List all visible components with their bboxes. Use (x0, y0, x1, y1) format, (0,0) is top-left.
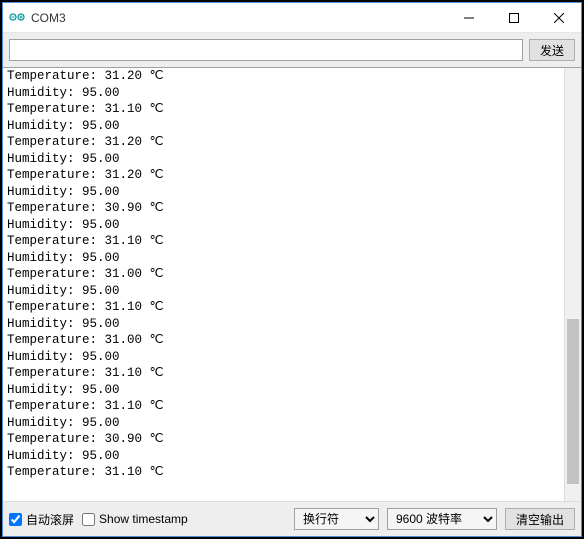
send-toolbar: 发送 (3, 33, 581, 67)
console-area: Temperature: 31.20 ℃ Humidity: 95.00 Tem… (3, 67, 581, 502)
window-title: COM3 (31, 11, 446, 25)
autoscroll-label: 自动滚屏 (26, 511, 74, 528)
titlebar: COM3 (3, 3, 581, 33)
minimize-button[interactable] (446, 3, 491, 32)
serial-monitor-window: COM3 发送 Temperature: 31.20 ℃ Humidity: 9… (2, 2, 582, 537)
serial-output[interactable]: Temperature: 31.20 ℃ Humidity: 95.00 Tem… (3, 68, 564, 501)
serial-input[interactable] (9, 39, 523, 61)
autoscroll-input[interactable] (9, 513, 22, 526)
line-ending-select[interactable]: 换行符 (294, 508, 379, 530)
bottom-toolbar: 自动滚屏 Show timestamp 换行符 9600 波特率 清空输出 (3, 502, 581, 536)
scrollbar[interactable] (564, 68, 581, 501)
timestamp-label: Show timestamp (99, 512, 188, 526)
clear-output-button[interactable]: 清空输出 (505, 508, 575, 530)
close-button[interactable] (536, 3, 581, 32)
arduino-icon (9, 10, 25, 26)
send-button[interactable]: 发送 (529, 39, 575, 61)
window-controls (446, 3, 581, 32)
timestamp-checkbox[interactable]: Show timestamp (82, 512, 188, 526)
baud-rate-select[interactable]: 9600 波特率 (387, 508, 497, 530)
timestamp-input[interactable] (82, 513, 95, 526)
scrollbar-thumb[interactable] (567, 319, 579, 484)
maximize-button[interactable] (491, 3, 536, 32)
autoscroll-checkbox[interactable]: 自动滚屏 (9, 511, 74, 528)
